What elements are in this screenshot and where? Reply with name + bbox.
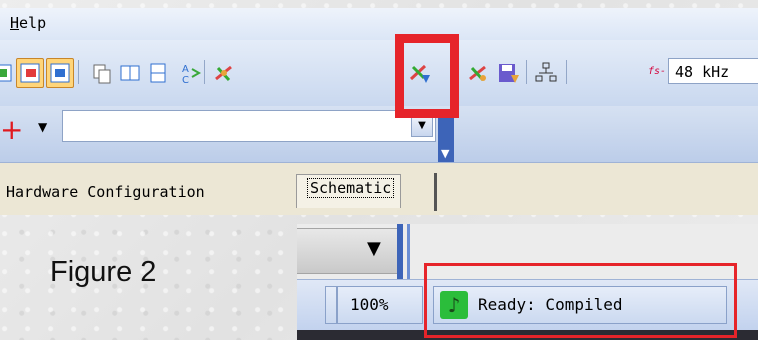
split-vertical-icon[interactable] <box>116 58 144 88</box>
dropdown-arrow-icon: ▼ <box>367 238 381 259</box>
help-mnemonic: H <box>10 14 20 32</box>
toolbar-overflow-button[interactable]: ▼ <box>438 116 454 162</box>
font-az-icon[interactable]: AC <box>176 58 204 88</box>
add-icon[interactable]: + <box>0 116 23 144</box>
tab-hardware-configuration[interactable]: Hardware Configuration <box>6 183 205 201</box>
sample-rate-label: fs- <box>648 66 667 77</box>
menu-help[interactable]: Help <box>10 14 46 32</box>
svg-text:C: C <box>182 75 189 86</box>
toolbar: AC fs- 48 kHz <box>0 40 758 107</box>
layout-green-icon[interactable] <box>0 58 16 88</box>
toolbar-separator <box>566 60 567 84</box>
link-compile-icon[interactable] <box>210 58 238 88</box>
main-window-top: Help AC fs- 48 kHz + ▼ ▼ ▼ Hardware Conf… <box>0 8 758 215</box>
bottom-dropdown[interactable]: ▼ <box>297 228 398 274</box>
layout-red-icon[interactable] <box>16 58 44 88</box>
svg-text:A: A <box>182 64 189 75</box>
secondary-toolbar: + ▼ ▼ ▼ <box>0 106 758 163</box>
toolbar-combobox[interactable]: ▼ <box>62 110 436 142</box>
add-dropdown-arrow[interactable]: ▼ <box>38 120 47 134</box>
tab-divider <box>434 173 437 211</box>
splitter-bar[interactable] <box>397 224 403 279</box>
split-horizontal-icon[interactable] <box>144 58 172 88</box>
sample-rate-field[interactable]: 48 kHz <box>668 58 758 84</box>
splitter-bar-edge <box>407 224 410 279</box>
figure-label: Figure 2 <box>50 256 157 288</box>
tab-strip: Hardware Configuration Schematic <box>0 163 758 215</box>
toolbar-separator <box>78 60 79 84</box>
toolbar-separator <box>204 60 205 84</box>
help-rest: elp <box>19 14 47 32</box>
tab-schematic-label: Schematic <box>307 178 395 198</box>
menu-bar: Help <box>0 8 758 41</box>
toolbar-separator <box>526 60 527 84</box>
link-compile-alt-icon[interactable] <box>464 58 492 88</box>
layout-blue-icon[interactable] <box>46 58 74 88</box>
zoom-level: 100% <box>337 286 423 324</box>
status-cell-empty <box>325 286 337 324</box>
highlight-box-compile-download <box>395 34 459 118</box>
highlight-box-status <box>424 263 737 338</box>
copy-icon[interactable] <box>88 58 116 88</box>
tab-schematic[interactable]: Schematic <box>296 174 402 208</box>
hierarchy-icon[interactable] <box>532 58 560 88</box>
save-download-icon[interactable] <box>494 58 522 88</box>
